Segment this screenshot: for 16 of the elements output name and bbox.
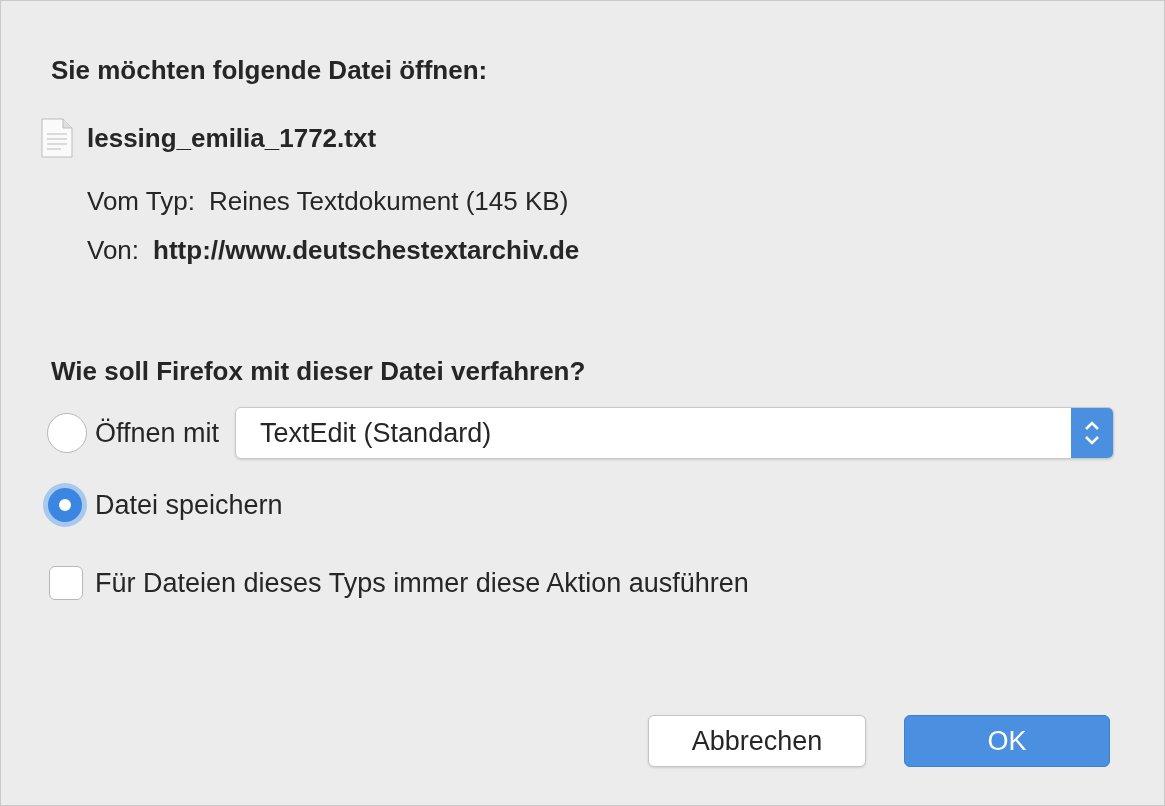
question-heading: Wie soll Firefox mit dieser Datei verfahren?: [51, 355, 587, 388]
detail-value: Reines Textdokument (145 KB): [208, 185, 569, 218]
checkbox-label: Für Dateien dieses Typs immer diese Aktion ausführen: [95, 567, 749, 600]
detail-value: http://www.deutschestextarchiv.de: [153, 234, 580, 267]
file-name: lessing_emilia_1772.txt: [87, 121, 377, 155]
prompt-heading: Sie möchten folgende Datei öffnen:: [51, 54, 489, 87]
document-icon: [41, 118, 73, 158]
detail-label: Vom Typ:: [87, 185, 195, 218]
radio-button[interactable]: [47, 413, 87, 453]
option-label: Öffnen mit: [95, 416, 220, 450]
checkbox[interactable]: [49, 566, 83, 601]
option-label: Datei speichern: [95, 488, 283, 522]
detail-label: Von:: [87, 234, 140, 267]
radio-button[interactable]: [43, 483, 87, 527]
dialog-button[interactable]: Abbrechen: [648, 715, 866, 767]
app-select[interactable]: TextEdit (Standard): [235, 407, 1114, 459]
